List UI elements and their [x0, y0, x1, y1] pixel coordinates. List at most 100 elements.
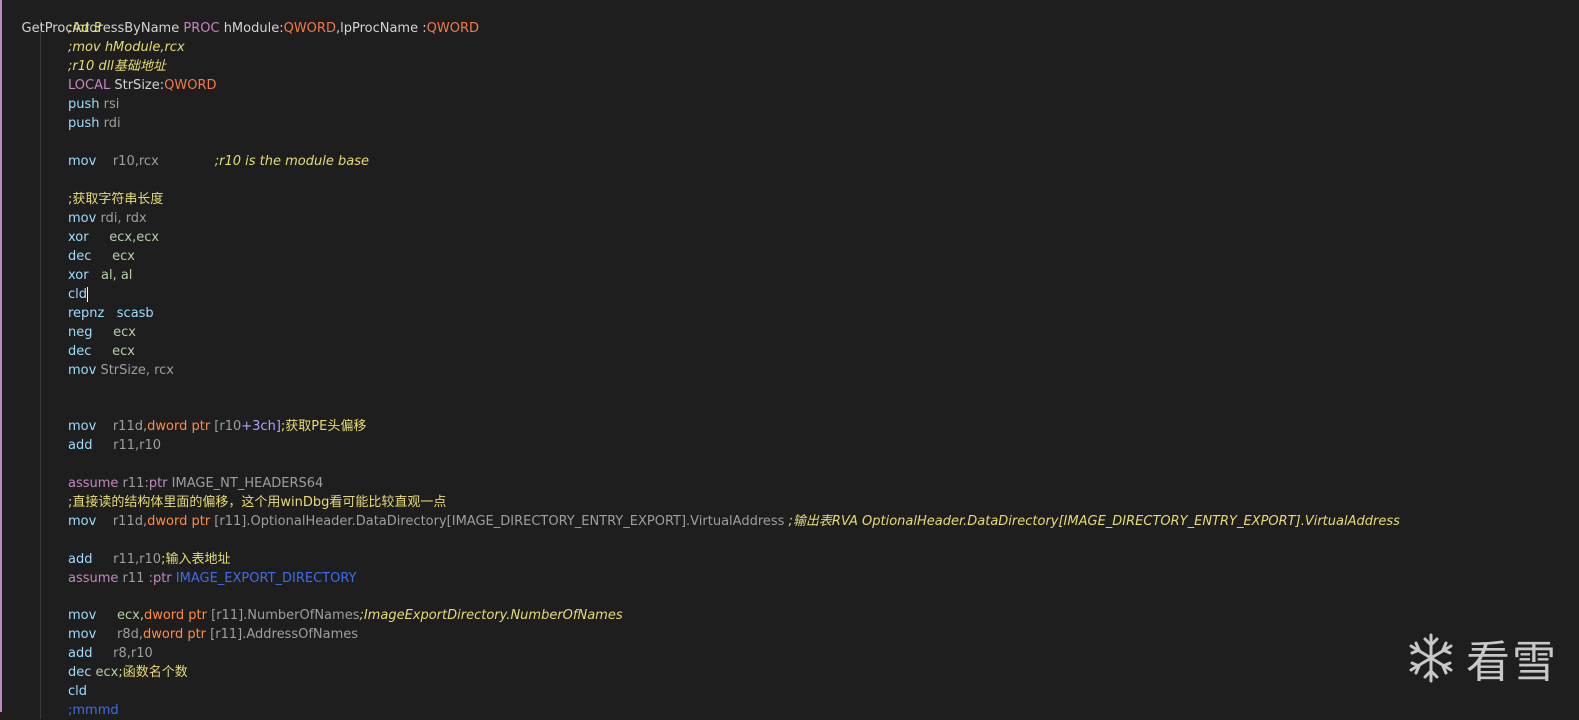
comment: ;ImageExportDirectory.NumberOfNames: [359, 608, 623, 623]
code-line[interactable]: dec ecx: [0, 342, 135, 361]
code-line-proc[interactable]: GetProcAddressByName PROC hModule:QWORD,…: [5, 0, 479, 36]
type: QWORD: [164, 78, 217, 93]
operand: ecx,ecx: [88, 230, 160, 245]
instruction: mov: [68, 363, 97, 378]
code-line[interactable]: repnz scasb: [0, 304, 154, 323]
operand: StrSize, rcx: [96, 363, 174, 378]
code-line[interactable]: cld: [0, 285, 89, 304]
code-line[interactable]: LOCAL StrSize:QWORD: [0, 76, 217, 95]
code-line[interactable]: ;mov hModule,rcx: [0, 38, 185, 57]
operand: r10,rcx: [96, 154, 159, 169]
instruction: mov: [68, 211, 97, 226]
operand: r11,r10: [92, 438, 162, 453]
comment: ;输入表地址: [161, 552, 231, 567]
comment: ;直接读的结构体里面的偏移，这个用winDbg看可能比较直观一点: [68, 495, 447, 510]
code-line[interactable]: ;r10 dll基础地址: [0, 57, 166, 76]
code-line[interactable]: assume r11:ptr IMAGE_NT_HEADERS64: [0, 474, 323, 493]
comment: ;输出表RVA OptionalHeader.DataDirectory[IMA…: [784, 514, 1400, 529]
code-line[interactable]: assume r11 :ptr IMAGE_EXPORT_DIRECTORY: [0, 569, 357, 588]
watermark-text: 看雪: [1466, 637, 1558, 688]
code-line[interactable]: add r8,r10: [0, 644, 153, 663]
code-line[interactable]: push rsi: [0, 95, 119, 114]
instruction: cld: [68, 684, 88, 699]
operand: scasb: [104, 306, 154, 321]
member-access: .NumberOfNames: [243, 608, 360, 623]
code-line[interactable]: mov r10,rcx ;r10 is the module base: [0, 152, 369, 171]
instruction: neg: [68, 325, 93, 340]
param-lpprocname: lpProcName: [340, 21, 423, 36]
code-line[interactable]: neg ecx: [0, 323, 136, 342]
assume-keyword: assume: [68, 476, 119, 491]
code-line[interactable]: mov ecx,dword ptr [r11].NumberOfNames;Im…: [0, 606, 623, 625]
operand: r8,r10: [92, 646, 153, 661]
ptr-keyword: dword ptr: [147, 514, 211, 529]
ptr-keyword: ptr: [148, 476, 168, 491]
code-editor[interactable]: GetProcAddressByName PROC hModule:QWORD,…: [0, 0, 1579, 719]
code-line[interactable]: mov r8d,dword ptr [r11].AddressOfNames: [0, 625, 358, 644]
instruction: dec: [68, 665, 92, 680]
instruction: xor: [68, 268, 89, 283]
code-line[interactable]: add r11,r10;输入表地址: [0, 550, 230, 569]
member-access: .AddressOfNames: [242, 627, 359, 642]
snowflake-icon: [1404, 631, 1458, 685]
operand: ecx: [91, 344, 135, 359]
code-line[interactable]: mov r11d,dword ptr [r11].OptionalHeader.…: [0, 512, 1400, 531]
instruction: mov: [68, 154, 97, 169]
param-type-1: QWORD: [283, 21, 336, 36]
code-line[interactable]: ;int 3: [0, 19, 102, 38]
operand: r8d,: [96, 627, 143, 642]
code-line[interactable]: mov r11d,dword ptr [r10+3ch];获取PE头偏移: [0, 417, 366, 436]
operand: r11,r10: [92, 552, 162, 567]
code-line[interactable]: mov StrSize, rcx: [0, 361, 174, 380]
instruction: xor: [68, 230, 89, 245]
operand: r11d,: [96, 419, 148, 434]
code-line[interactable]: dec ecx;函数名个数: [0, 663, 188, 682]
variable: StrSize: [110, 78, 160, 93]
code-line[interactable]: ;直接读的结构体里面的偏移，这个用winDbg看可能比较直观一点: [0, 493, 446, 512]
comment: ;r10 is the module base: [214, 154, 369, 169]
instruction: mov: [68, 627, 97, 642]
comment: ;获取字符串长度: [68, 192, 164, 207]
operand: r11 :: [118, 571, 153, 586]
instruction: add: [68, 646, 93, 661]
instruction: mov: [68, 514, 97, 529]
operand: ecx: [91, 665, 119, 680]
code-line[interactable]: xor ecx,ecx: [0, 228, 159, 247]
struct-name: IMAGE_NT_HEADERS64: [167, 476, 324, 491]
ptr-keyword: dword ptr: [142, 627, 207, 642]
instruction: mov: [68, 419, 97, 434]
kanxue-watermark: 看雪: [1404, 628, 1558, 688]
param-type-2: QWORD: [426, 21, 479, 36]
instruction: push: [68, 97, 100, 112]
operand: [r11]: [206, 627, 243, 642]
operand: rdi, rdx: [96, 211, 147, 226]
code-line[interactable]: push rdi: [0, 114, 121, 133]
instruction: repnz: [68, 306, 105, 321]
operand: ecx,: [96, 608, 144, 623]
instruction: dec: [68, 249, 92, 264]
operand: rsi: [99, 97, 120, 112]
instruction: add: [68, 552, 93, 567]
offset: +3ch]: [241, 419, 281, 434]
operand: al, al: [88, 268, 133, 283]
code-line[interactable]: mov rdi, rdx: [0, 209, 147, 228]
code-line[interactable]: ;mmmd: [0, 701, 119, 720]
operand: rdi: [99, 116, 121, 131]
operand: r11d,: [96, 514, 148, 529]
code-line[interactable]: add r11,r10: [0, 436, 161, 455]
code-line[interactable]: xor al, al: [0, 266, 132, 285]
ptr-keyword: dword ptr: [147, 419, 211, 434]
comment: ;int 3: [68, 21, 102, 36]
instruction: add: [68, 438, 93, 453]
code-line[interactable]: ;获取字符串长度: [0, 190, 163, 209]
struct-name: IMAGE_EXPORT_DIRECTORY: [171, 571, 357, 586]
code-line[interactable]: dec ecx: [0, 247, 135, 266]
ptr-keyword: dword ptr: [143, 608, 207, 623]
code-line[interactable]: cld: [0, 682, 87, 701]
instruction: dec: [68, 344, 92, 359]
instruction: push: [68, 116, 100, 131]
ptr-keyword: ptr: [152, 571, 172, 586]
local-keyword: LOCAL: [68, 78, 111, 93]
operand: [r11]: [207, 608, 244, 623]
member-access: .OptionalHeader.DataDirectory[IMAGE_DIRE…: [246, 514, 785, 529]
